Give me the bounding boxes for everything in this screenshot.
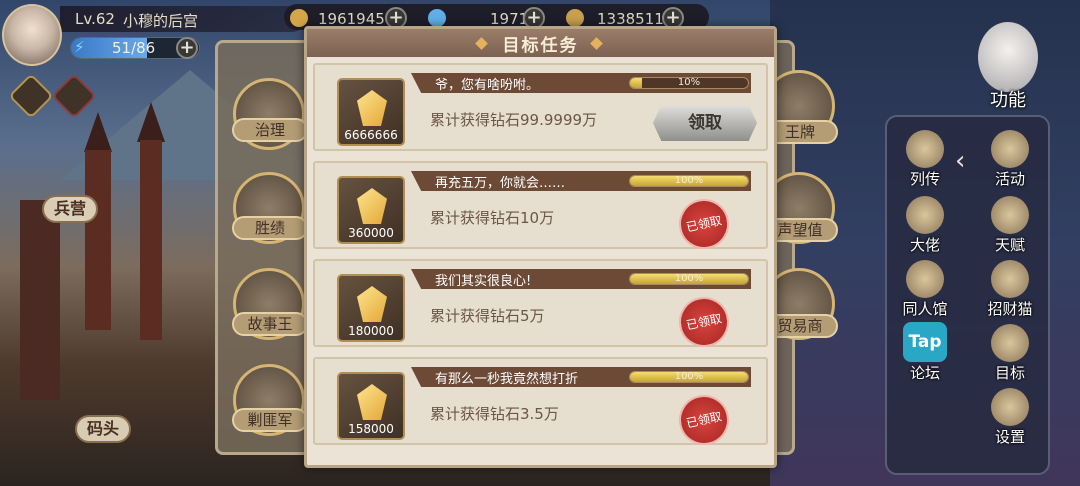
diamond-reward-icon [357, 286, 387, 322]
task-banner-text: 我们其实很良心! [435, 274, 532, 289]
claimed-stamp: 已领取 [674, 292, 734, 352]
side-item-gear[interactable]: 设置 [975, 386, 1045, 446]
task-banner: 再充五万，你就会…… 100% [411, 171, 751, 191]
task-description: 累计获得钻石5万 [430, 307, 545, 325]
talent-icon [991, 196, 1029, 234]
side-item-label: 同人馆 [902, 300, 948, 318]
gold-coin-icon [290, 9, 308, 27]
spire-decor [84, 112, 112, 152]
gear-icon [991, 388, 1029, 426]
task-progress-bar: 100% [629, 273, 749, 285]
side-item-label: 天赋 [994, 236, 1025, 254]
side-item-label: 活动 [994, 170, 1025, 188]
menu-item-label[interactable]: 胜绩 [232, 216, 308, 240]
boss-icon [906, 196, 944, 234]
star-icon [991, 130, 1029, 168]
add-stamina-button[interactable]: + [176, 37, 198, 59]
reward-amount: 158000 [348, 422, 394, 436]
tap-icon: Tap [903, 322, 947, 362]
spire-decor [137, 102, 165, 142]
player-level: Lv.62 [75, 10, 115, 28]
task-banner-text: 有那么一秒我竟然想打折 [435, 372, 579, 387]
task-list[interactable]: 6666666 爷，您有啥吩咐。 10% 累计获得钻石99.9999万 领取 360000… [313, 63, 768, 463]
reward-amount: 180000 [348, 324, 394, 338]
task-row: 6666666 爷，您有啥吩咐。 10% 累计获得钻石99.9999万 领取 [313, 63, 768, 151]
task-progress-bar: 100% [629, 175, 749, 187]
task-banner-text: 爷，您有啥吩咐。 [435, 78, 540, 93]
target-task-modal: 目标任务 6666666 爷，您有啥吩咐。 10% 累计获得钻石99.9999万 领取 3… [304, 26, 777, 468]
modal-header: 目标任务 [307, 29, 774, 57]
task-progress-bar: 100% [629, 371, 749, 383]
reward-amount: 360000 [348, 226, 394, 240]
task-progress-text: 10% [677, 77, 701, 88]
modal-title: 目标任务 [502, 36, 579, 56]
task-description: 累计获得钻石3.5万 [430, 405, 559, 423]
menu-item-label[interactable]: 故事王 [232, 312, 308, 336]
player-name: 小穆的后宫 [123, 12, 199, 30]
tower-decor [20, 200, 60, 400]
gallery-icon [906, 260, 944, 298]
claim-button[interactable]: 领取 [653, 105, 757, 141]
side-item-lucky-cat[interactable]: 招财猫 [975, 258, 1045, 318]
task-description: 累计获得钻石10万 [430, 209, 555, 227]
reward-thumbnail: 360000 [337, 176, 405, 244]
place-label[interactable]: 兵营 [42, 195, 99, 223]
diamond-reward-icon [357, 384, 387, 420]
side-item-star[interactable]: 活动 [975, 128, 1045, 188]
lightning-icon: ⚡ [74, 38, 85, 56]
reward-thumbnail: 6666666 [337, 78, 405, 146]
menu-item-label[interactable]: 剿匪军 [232, 408, 308, 432]
reward-amount: 6666666 [344, 128, 398, 142]
side-item-boss[interactable]: 大佬 [890, 194, 960, 254]
tower-decor [140, 140, 162, 340]
place-label[interactable]: 码头 [75, 415, 132, 443]
task-row: 360000 再充五万，你就会…… 100% 累计获得钻石10万 已领取 [313, 161, 768, 254]
gem-icon [428, 9, 446, 27]
side-item-talent[interactable]: 天赋 [975, 194, 1045, 254]
task-progress-bar: 10% [629, 77, 749, 89]
stamina-text: 51/86 [112, 39, 156, 57]
side-item-book[interactable]: 列传 [890, 128, 960, 188]
reputation-icon [566, 9, 584, 27]
side-item-target[interactable]: 目标 [975, 322, 1045, 382]
tower-decor [85, 150, 111, 330]
side-item-label: 列传 [909, 170, 940, 188]
task-banner: 有那么一秒我竟然想打折 100% [411, 367, 751, 387]
lucky-cat-icon [991, 260, 1029, 298]
claimed-stamp: 已领取 [674, 390, 734, 450]
target-icon [991, 324, 1029, 362]
player-avatar[interactable] [2, 4, 62, 66]
task-banner: 爷，您有啥吩咐。 10% [411, 73, 751, 93]
claimed-stamp: 已领取 [674, 194, 734, 254]
side-item-label: 目标 [994, 364, 1025, 382]
task-banner-text: 再充五万，你就会…… [435, 176, 566, 191]
diamond-reward-icon [357, 188, 387, 224]
book-icon [906, 130, 944, 168]
function-button[interactable]: 功能 [968, 22, 1048, 111]
side-item-label: 论坛 [909, 364, 940, 382]
side-item-label: 招财猫 [987, 300, 1033, 318]
task-row: 180000 我们其实很良心! 100% 累计获得钻石5万 已领取 [313, 259, 768, 352]
reward-thumbnail: 158000 [337, 372, 405, 440]
side-item-tap[interactable]: Tap 论坛 [890, 322, 960, 382]
task-description: 累计获得钻石99.9999万 [430, 111, 598, 129]
side-item-label: 设置 [994, 428, 1025, 446]
menu-item-label[interactable]: 治理 [232, 118, 308, 142]
task-row: 158000 有那么一秒我竟然想打折 100% 累计获得钻石3.5万 已领取 [313, 357, 768, 450]
side-item-gallery[interactable]: 同人馆 [890, 258, 960, 318]
side-item-label: 大佬 [909, 236, 940, 254]
function-label: 功能 [990, 90, 1026, 111]
task-banner: 我们其实很良心! 100% [411, 269, 751, 289]
task-progress-text: 100% [674, 371, 704, 382]
function-avatar-icon [978, 22, 1038, 92]
task-progress-text: 100% [674, 273, 704, 284]
diamond-reward-icon [357, 90, 387, 126]
reward-thumbnail: 180000 [337, 274, 405, 342]
task-progress-text: 100% [674, 175, 704, 186]
